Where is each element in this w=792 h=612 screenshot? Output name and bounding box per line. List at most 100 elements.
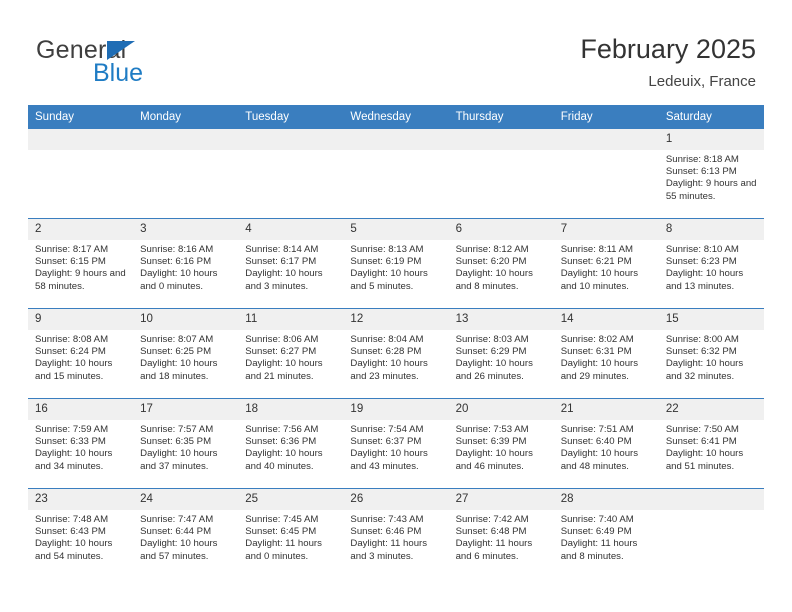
day-number (658, 489, 764, 510)
sunrise-text: Sunrise: 7:40 AM (560, 514, 634, 525)
day-details: Sunrise: 7:47 AM Sunset: 6:44 PM Daylight:… (133, 510, 238, 563)
day-number: 15 (658, 309, 764, 330)
calendar-day-cell[interactable]: 20 Sunrise: 7:53 AM Sunset: 6:39 PM Dayligh… (448, 398, 554, 489)
calendar-day-cell[interactable]: 23 Sunrise: 7:48 AM Sunset: 6:43 PM Dayligh… (28, 488, 134, 578)
calendar-day-cell[interactable]: 3 Sunrise: 8:16 AM Sunset: 6:16 PM Daylight… (133, 218, 239, 309)
day-details: Sunrise: 7:54 AM Sunset: 6:37 PM Daylight:… (343, 420, 448, 473)
calendar-day-cell[interactable]: 22 Sunrise: 7:50 AM Sunset: 6:41 PM Dayligh… (658, 398, 764, 489)
day-number: 11 (238, 309, 344, 330)
daylight-text: Daylight: 11 hours and 0 minutes. (245, 538, 322, 562)
calendar-day-cell-empty (238, 129, 344, 219)
calendar-day-cell[interactable]: 14 Sunrise: 8:02 AM Sunset: 6:31 PM Dayligh… (553, 308, 659, 399)
sunset-text: Sunset: 6:32 PM (665, 346, 737, 358)
daylight-text: Daylight: 10 hours and 48 minutes. (560, 448, 639, 472)
calendar-header-row: Sunday Monday Tuesday Wednesday Thursday Frid… (28, 105, 764, 129)
daylight-text: Daylight: 10 hours and 10 minutes. (560, 268, 639, 292)
calendar-day-cell-empty (448, 129, 554, 219)
sunset-text: Sunset: 6:31 PM (560, 346, 632, 358)
calendar-day-cell[interactable]: 16 Sunrise: 7:59 AM Sunset: 6:33 PM Dayligh… (28, 398, 134, 489)
general-blue-logo[interactable]: General Blue (36, 38, 256, 94)
sunrise-text: Sunrise: 8:03 AM (455, 334, 529, 345)
calendar-day-cell[interactable]: 2 Sunrise: 8:17 AM Sunset: 6:15 PM Daylight… (28, 218, 134, 309)
calendar-day-cell[interactable]: 9 Sunrise: 8:08 AM Sunset: 6:24 PM Daylight… (28, 308, 134, 399)
calendar-day-cell-empty (343, 129, 449, 219)
calendar-day-cell[interactable]: 18 Sunrise: 7:56 AM Sunset: 6:36 PM Dayligh… (238, 398, 344, 489)
sunset-text: Sunset: 6:35 PM (140, 436, 212, 448)
sunrise-text: Sunrise: 8:13 AM (350, 244, 424, 255)
daylight-text: Daylight: 10 hours and 46 minutes. (455, 448, 533, 472)
sunrise-text: Sunrise: 7:59 AM (35, 424, 109, 435)
sunset-text: Sunset: 6:44 PM (140, 526, 212, 538)
calendar-day-cell[interactable]: 19 Sunrise: 7:54 AM Sunset: 6:37 PM Dayligh… (343, 398, 449, 489)
page-title: February 2025 (580, 34, 756, 64)
day-number: 5 (343, 219, 449, 240)
calendar-day-cell[interactable]: 24 Sunrise: 7:47 AM Sunset: 6:44 PM Dayligh… (133, 488, 239, 578)
daylight-text: Daylight: 10 hours and 34 minutes. (35, 448, 113, 472)
calendar-day-cell[interactable]: 17 Sunrise: 7:57 AM Sunset: 6:35 PM Dayligh… (133, 398, 239, 489)
sunrise-text: Sunrise: 8:04 AM (350, 334, 424, 345)
sunrise-text: Sunrise: 7:48 AM (35, 514, 109, 525)
sunset-text: Sunset: 6:16 PM (140, 256, 212, 268)
daylight-text: Daylight: 10 hours and 0 minutes. (140, 268, 218, 292)
day-details: Sunrise: 8:14 AM Sunset: 6:17 PM Daylight:… (238, 240, 343, 293)
sunset-text: Sunset: 6:15 PM (35, 256, 106, 268)
calendar-day-cell[interactable]: 11 Sunrise: 8:06 AM Sunset: 6:27 PM Dayligh… (238, 308, 344, 399)
day-number: 16 (28, 399, 134, 420)
sunset-text: Sunset: 6:19 PM (350, 256, 422, 268)
calendar-week-row: 16 Sunrise: 7:59 AM Sunset: 6:33 PM Dayligh… (28, 398, 764, 489)
calendar-day-cell[interactable]: 25 Sunrise: 7:45 AM Sunset: 6:45 PM Dayligh… (238, 488, 344, 578)
day-number: 22 (658, 399, 764, 420)
weekday-header-thursday: Thursday (448, 105, 554, 129)
day-number: 2 (28, 219, 134, 240)
sunrise-text: Sunrise: 7:47 AM (140, 514, 214, 525)
daylight-text: Daylight: 11 hours and 3 minutes. (350, 538, 428, 562)
sunrise-text: Sunrise: 8:14 AM (245, 244, 319, 255)
day-details: Sunrise: 7:42 AM Sunset: 6:48 PM Daylight:… (449, 510, 554, 563)
daylight-text: Daylight: 10 hours and 51 minutes. (665, 448, 744, 472)
sunset-text: Sunset: 6:46 PM (350, 526, 422, 538)
day-number: 18 (238, 399, 344, 420)
calendar-day-cell[interactable]: 15 Sunrise: 8:00 AM Sunset: 6:32 PM Dayligh… (658, 308, 764, 399)
calendar-day-cell[interactable]: 28 Sunrise: 7:40 AM Sunset: 6:49 PM Dayligh… (553, 488, 659, 578)
daylight-text: Daylight: 10 hours and 18 minutes. (140, 358, 218, 382)
sunset-text: Sunset: 6:33 PM (35, 436, 106, 448)
calendar-day-cell[interactable]: 5 Sunrise: 8:13 AM Sunset: 6:19 PM Daylight… (343, 218, 449, 309)
daylight-text: Daylight: 10 hours and 54 minutes. (35, 538, 113, 562)
day-details: Sunrise: 8:16 AM Sunset: 6:16 PM Daylight:… (133, 240, 238, 293)
calendar-week-row: 23 Sunrise: 7:48 AM Sunset: 6:43 PM Dayligh… (28, 488, 764, 578)
sunset-text: Sunset: 6:36 PM (245, 436, 317, 448)
logo-triangle-icon (107, 41, 135, 60)
calendar-day-cell[interactable]: 12 Sunrise: 8:04 AM Sunset: 6:28 PM Dayligh… (343, 308, 449, 399)
sunset-text: Sunset: 6:13 PM (665, 166, 737, 178)
day-number: 25 (238, 489, 344, 510)
day-number: 1 (658, 129, 764, 150)
daylight-text: Daylight: 10 hours and 21 minutes. (245, 358, 323, 382)
day-number: 21 (553, 399, 659, 420)
calendar-day-cell[interactable]: 8 Sunrise: 8:10 AM Sunset: 6:23 PM Daylight… (658, 218, 764, 309)
calendar-day-cell[interactable]: 26 Sunrise: 7:43 AM Sunset: 6:46 PM Dayligh… (343, 488, 449, 578)
day-details: Sunrise: 7:51 AM Sunset: 6:40 PM Daylight:… (554, 420, 659, 473)
calendar-day-cell[interactable]: 7 Sunrise: 8:11 AM Sunset: 6:21 PM Daylight… (553, 218, 659, 309)
calendar-day-cell[interactable]: 1 Sunrise: 8:18 AM Sunset: 6:13 PM Daylight… (658, 129, 764, 219)
sunset-text: Sunset: 6:17 PM (245, 256, 317, 268)
calendar-day-cell[interactable]: 27 Sunrise: 7:42 AM Sunset: 6:48 PM Dayligh… (448, 488, 554, 578)
calendar-day-cell[interactable]: 13 Sunrise: 8:03 AM Sunset: 6:29 PM Dayligh… (448, 308, 554, 399)
sunrise-text: Sunrise: 8:18 AM (665, 154, 739, 165)
sunrise-text: Sunrise: 7:56 AM (245, 424, 319, 435)
sunrise-text: Sunrise: 7:45 AM (245, 514, 319, 525)
calendar-day-cell[interactable]: 6 Sunrise: 8:12 AM Sunset: 6:20 PM Daylight… (448, 218, 554, 309)
sunset-text: Sunset: 6:43 PM (35, 526, 106, 538)
calendar-day-cell[interactable]: 21 Sunrise: 7:51 AM Sunset: 6:40 PM Dayligh… (553, 398, 659, 489)
day-number: 10 (133, 309, 239, 330)
day-details: Sunrise: 8:13 AM Sunset: 6:19 PM Daylight:… (343, 240, 448, 293)
sunset-text: Sunset: 6:45 PM (245, 526, 317, 538)
daylight-text: Daylight: 9 hours and 55 minutes. (665, 178, 757, 202)
calendar-day-cell[interactable]: 4 Sunrise: 8:14 AM Sunset: 6:17 PM Daylight… (238, 218, 344, 309)
weekday-header-friday: Friday (553, 105, 659, 129)
day-details: Sunrise: 8:06 AM Sunset: 6:27 PM Daylight:… (238, 330, 343, 383)
sunset-text: Sunset: 6:37 PM (350, 436, 422, 448)
day-details: Sunrise: 8:18 AM Sunset: 6:13 PM Daylight:… (659, 150, 764, 203)
calendar-day-cell[interactable]: 10 Sunrise: 8:07 AM Sunset: 6:25 PM Dayligh… (133, 308, 239, 399)
day-number: 7 (553, 219, 659, 240)
day-details: Sunrise: 7:43 AM Sunset: 6:46 PM Daylight:… (343, 510, 448, 563)
